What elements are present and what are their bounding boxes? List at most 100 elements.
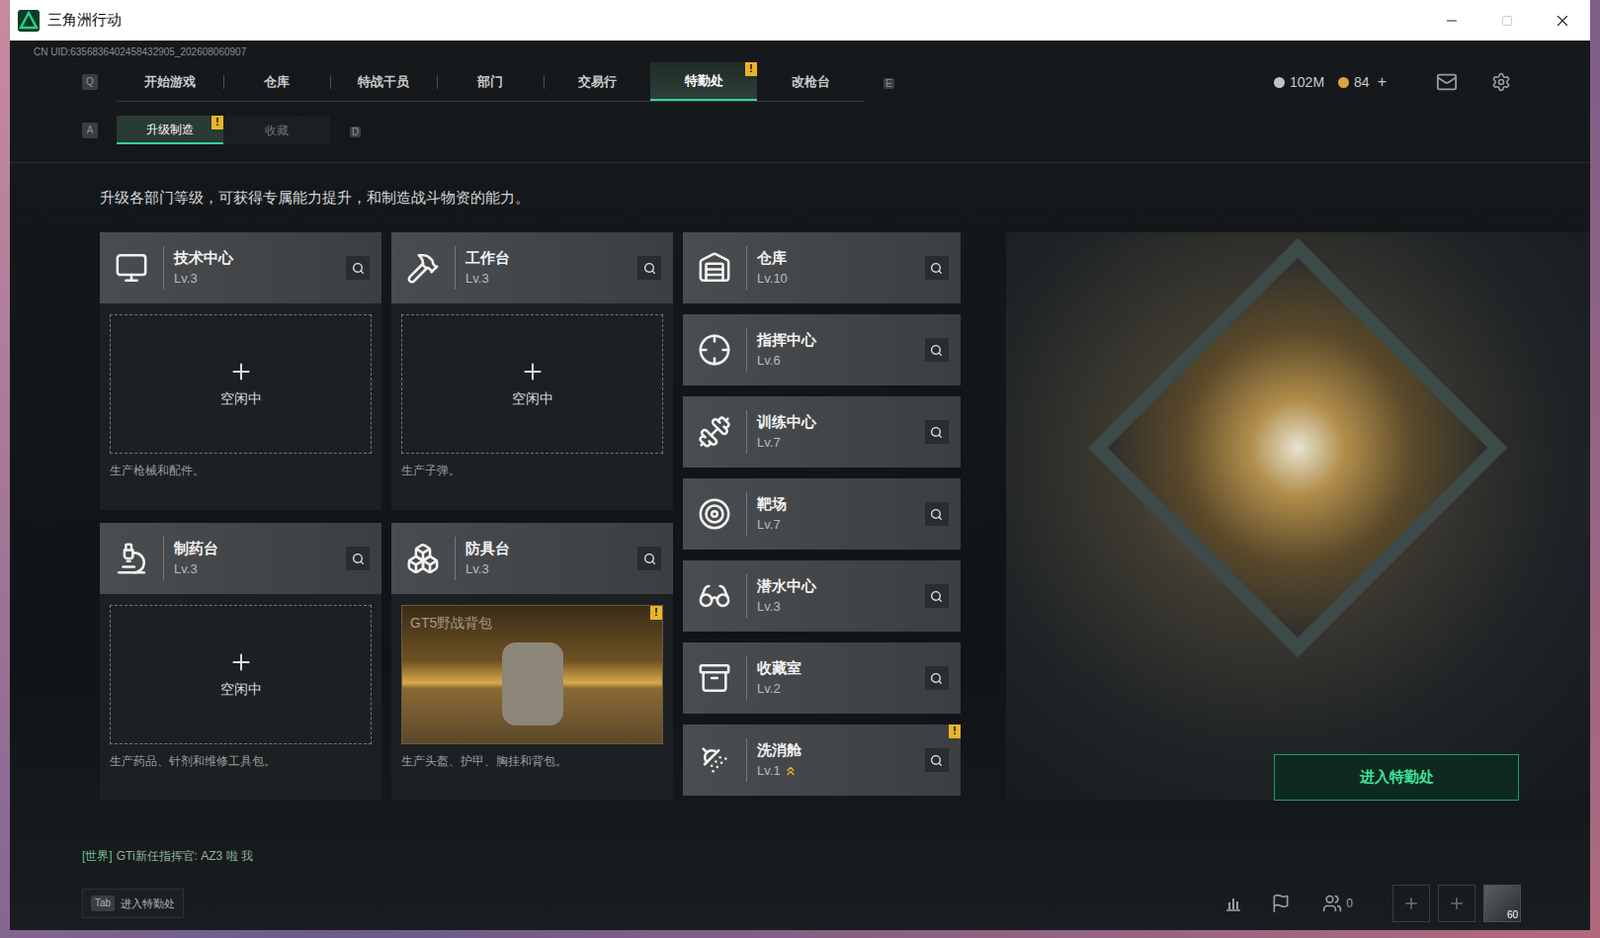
alert-badge: !	[211, 115, 224, 130]
close-button[interactable]	[1534, 0, 1591, 41]
add-currency-button[interactable]: +	[1377, 70, 1387, 94]
station-block: 防具台Lv.3 GT5野战背包! 生产头盔、护甲、胸挂和背包。	[391, 522, 674, 801]
search-button[interactable]	[925, 748, 949, 772]
search-icon	[929, 672, 943, 685]
nav-tab[interactable]: 特战干员	[330, 62, 437, 101]
nav-tab[interactable]: 部门	[436, 62, 544, 101]
search-button[interactable]	[637, 546, 662, 571]
department-card[interactable]: 收藏室Lv.2	[682, 642, 961, 714]
flag-icon[interactable]	[1270, 893, 1291, 914]
station-header[interactable]: 防具台Lv.3	[391, 522, 674, 594]
department-card[interactable]: 靶场Lv.7	[682, 478, 961, 550]
department-card[interactable]: 潜水中心Lv.3	[682, 560, 961, 632]
search-button[interactable]	[925, 337, 949, 362]
search-icon	[929, 343, 943, 357]
game-area: CN UID:6356836402458432905_202608060907Q…	[9, 40, 1591, 930]
search-icon	[929, 507, 943, 521]
slot-label: 空闲中	[511, 388, 554, 410]
plus-icon	[519, 358, 546, 385]
friends-button[interactable]: 0	[1322, 893, 1353, 914]
search-button[interactable]	[345, 255, 370, 280]
plus-icon	[1402, 894, 1421, 913]
settings-icon[interactable]	[1491, 72, 1512, 92]
currency: 102M	[1273, 72, 1325, 93]
department-level: Lv.3	[173, 269, 198, 288]
station-header[interactable]: 工作台Lv.3	[391, 232, 674, 304]
party-slot[interactable]	[1437, 884, 1476, 923]
search-button[interactable]	[345, 546, 370, 571]
nav-tab[interactable]: 仓库	[223, 62, 331, 101]
tab-hint[interactable]: Tab进入特勤处	[82, 888, 184, 919]
department-name: 潜水中心	[757, 576, 926, 596]
search-icon	[643, 261, 657, 275]
department-icon	[114, 541, 149, 576]
maximize-button[interactable]	[1479, 0, 1535, 41]
chat-line: [世界]GTi新任指挥官: AZ3 啦 我	[82, 846, 1521, 865]
enter-button[interactable]: 进入特勤处	[1273, 754, 1519, 801]
nav-tab[interactable]: 开始游戏	[116, 62, 224, 101]
game-logo-icon	[17, 9, 40, 32]
coin-icon	[1338, 77, 1349, 88]
item-name: GT5野战背包	[410, 613, 655, 632]
coin-icon	[1273, 77, 1285, 88]
sub-tab[interactable]: 升级制造!	[116, 115, 224, 145]
wallet: 102M84+	[1273, 70, 1512, 94]
player-avatar[interactable]: 60	[1483, 884, 1521, 923]
department-card[interactable]: 仓库Lv.10	[682, 232, 961, 304]
minimize-icon	[1443, 12, 1460, 29]
department-icon	[406, 251, 440, 285]
department-icon	[114, 251, 149, 285]
station-description: 生产药品、针剂和维修工具包。	[109, 753, 372, 769]
search-icon	[929, 754, 943, 767]
close-icon	[1553, 11, 1572, 30]
upgrade-icon	[783, 763, 798, 778]
search-button[interactable]	[925, 666, 949, 690]
department-name: 制药台	[173, 538, 346, 559]
sub-nav: 升级制造!收藏	[116, 115, 331, 145]
station-block: 工作台Lv.3空闲中生产子弹。	[391, 232, 674, 510]
idle-slot[interactable]: 空闲中	[401, 314, 664, 454]
department-level: Lv.1	[757, 761, 781, 780]
department-icon	[697, 251, 732, 285]
idle-slot[interactable]: 空闲中	[109, 314, 372, 454]
item-picture	[502, 642, 564, 726]
department-icon	[406, 541, 440, 576]
nav-tab[interactable]: 改枪台	[757, 62, 864, 101]
search-button[interactable]	[637, 255, 662, 280]
item-slot[interactable]: GT5野战背包!	[401, 604, 664, 745]
bottom-toolbar: 0 60	[1223, 884, 1521, 923]
station-description: 生产头盔、护甲、胸挂和背包。	[401, 753, 664, 769]
search-button[interactable]	[925, 420, 949, 444]
department-name: 训练中心	[757, 412, 926, 432]
department-card[interactable]: 洗消舱Lv.1!	[682, 724, 961, 796]
search-button[interactable]	[925, 502, 949, 526]
department-icon	[697, 743, 732, 777]
department-name: 靶场	[757, 494, 926, 514]
key-hint: Q	[82, 74, 98, 90]
department-card[interactable]: 训练中心Lv.7	[682, 396, 961, 468]
station-block: 技术中心Lv.3空闲中生产枪械和配件。	[99, 232, 382, 510]
party-slot[interactable]	[1392, 884, 1431, 923]
search-icon	[351, 552, 365, 566]
stats-icon[interactable]	[1223, 893, 1244, 914]
minimize-button[interactable]	[1424, 0, 1480, 41]
nav-tab[interactable]: 特勤处!	[650, 62, 758, 101]
slot-label: 空闲中	[220, 678, 262, 700]
search-icon	[643, 552, 657, 566]
search-button[interactable]	[925, 255, 949, 280]
sub-tab[interactable]: 收藏	[223, 115, 331, 145]
department-level: Lv.2	[757, 679, 781, 698]
mail-icon[interactable]	[1435, 71, 1458, 93]
idle-slot[interactable]: 空闲中	[109, 604, 372, 745]
search-icon	[929, 589, 943, 603]
department-icon	[697, 497, 732, 531]
alert-badge: !	[745, 62, 758, 77]
station-header[interactable]: 技术中心Lv.3	[99, 232, 382, 304]
department-card[interactable]: 指挥中心Lv.6	[682, 314, 961, 386]
department-list: 仓库Lv.10 指挥中心Lv.6 训练中心Lv.7 靶场Lv.7 潜水中心Lv.3 收藏室…	[682, 232, 961, 801]
station-header[interactable]: 制药台Lv.3	[99, 522, 382, 594]
search-button[interactable]	[925, 584, 949, 608]
alert-badge: !	[650, 605, 663, 620]
station-block: 制药台Lv.3 空闲中生产药品、针剂和维修工具包。	[99, 522, 382, 801]
nav-tab[interactable]: 交易行	[543, 62, 651, 101]
